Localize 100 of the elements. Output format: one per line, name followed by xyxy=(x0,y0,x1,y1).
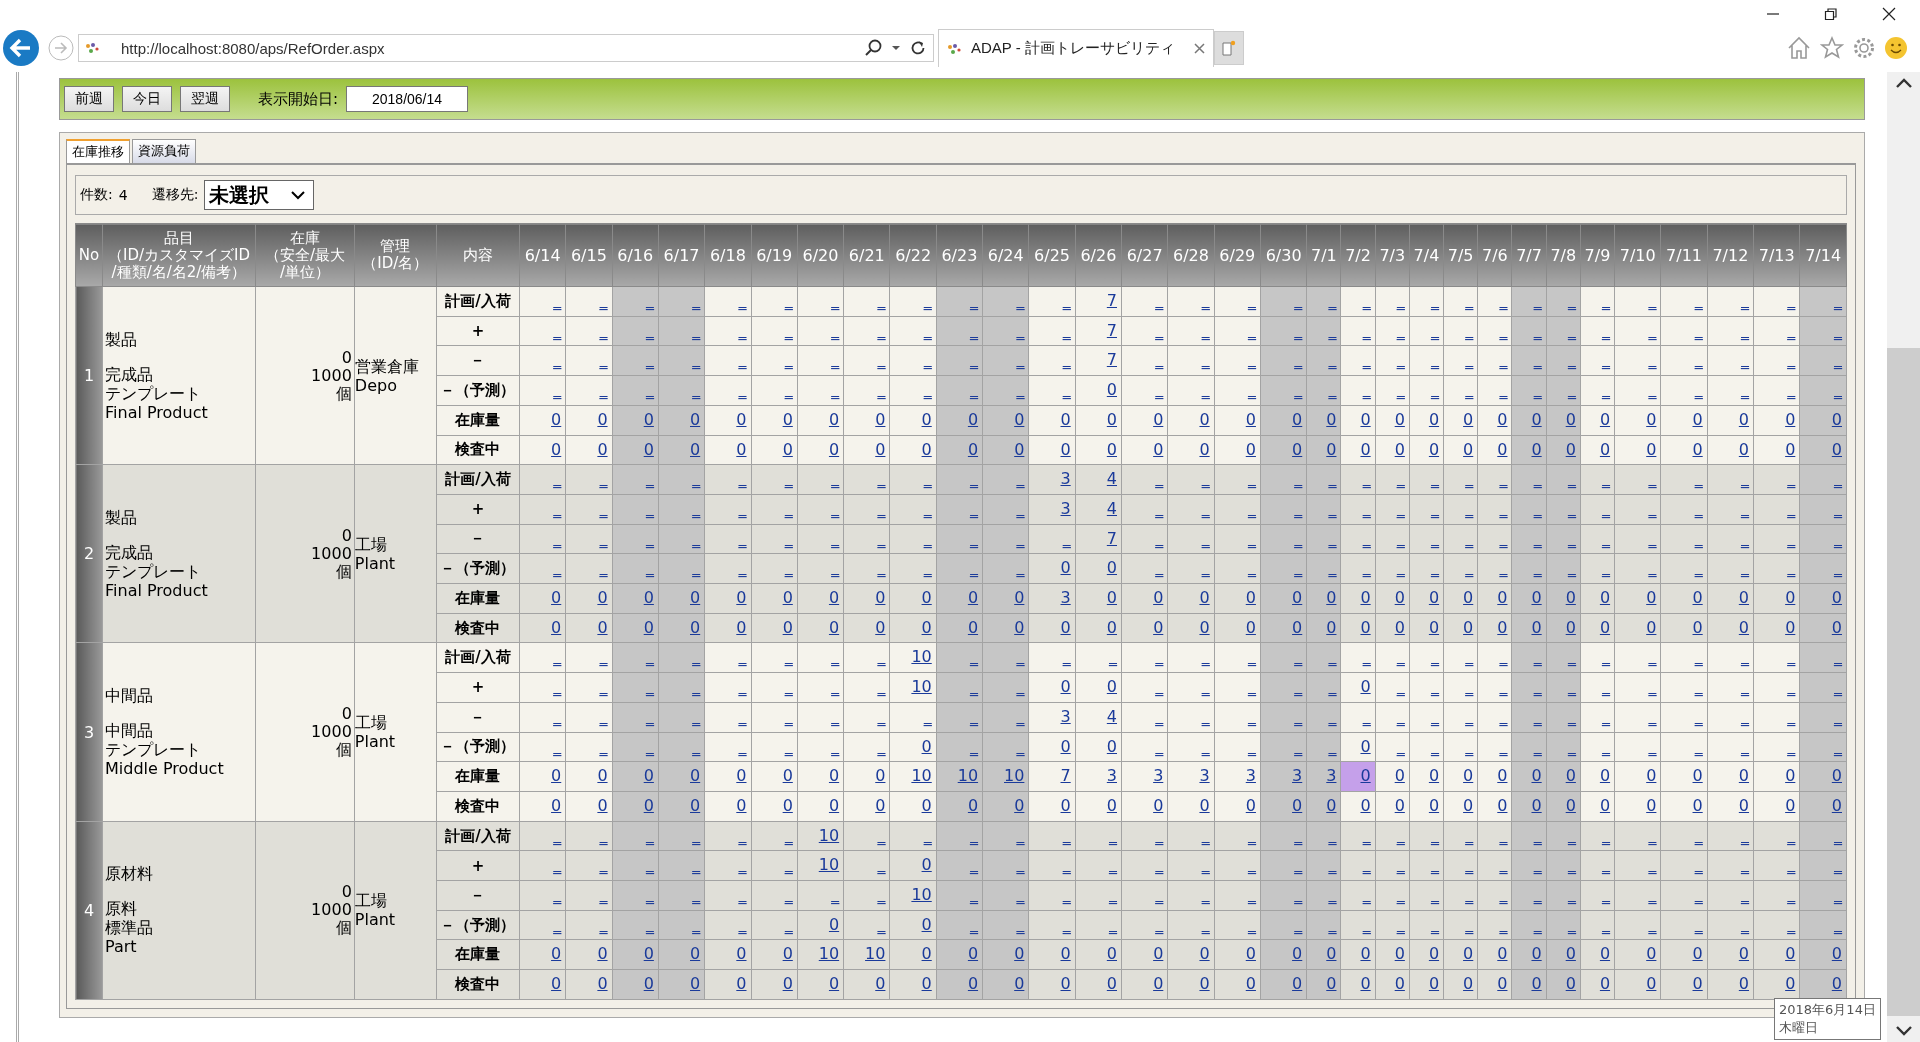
cell-link[interactable]: 0 xyxy=(1341,613,1375,643)
cell-link[interactable]: 0 xyxy=(1707,791,1753,821)
cell-link[interactable]: 0 xyxy=(1478,435,1512,465)
cell-link[interactable]: _ xyxy=(612,821,658,851)
cell-link[interactable]: 4 xyxy=(1075,702,1121,732)
cell-link[interactable]: 0 xyxy=(705,970,751,999)
cell-link[interactable]: _ xyxy=(1800,524,1846,554)
cell-link[interactable]: _ xyxy=(1800,673,1846,702)
cell-link[interactable]: _ xyxy=(1546,732,1580,762)
cell-link[interactable]: _ xyxy=(612,643,658,673)
cell-link[interactable]: 0 xyxy=(797,584,844,613)
cell-link[interactable]: _ xyxy=(1409,316,1444,346)
cell-link[interactable]: 0 xyxy=(566,970,612,999)
cell-link[interactable]: 0 xyxy=(844,584,890,613)
cell-link[interactable]: 0 xyxy=(612,584,658,613)
cell-link[interactable]: 0 xyxy=(1122,791,1168,821)
cell-link[interactable]: _ xyxy=(1707,702,1753,732)
cell-link[interactable]: 0 xyxy=(1075,940,1121,970)
cell-link[interactable]: _ xyxy=(890,376,936,405)
cell-link[interactable]: _ xyxy=(1444,287,1478,316)
cell-link[interactable]: _ xyxy=(1512,465,1546,494)
cell-link[interactable]: _ xyxy=(1075,821,1121,851)
cell-link[interactable]: _ xyxy=(936,881,983,910)
cell-link[interactable]: _ xyxy=(1122,376,1168,405)
cell-link[interactable]: 0 xyxy=(1512,435,1546,465)
cell-link[interactable]: 0 xyxy=(983,584,1029,613)
start-date-field[interactable]: 2018/06/14 xyxy=(346,86,469,112)
cell-link[interactable]: 0 xyxy=(1409,762,1444,791)
cell-link[interactable]: _ xyxy=(1546,287,1580,316)
cell-link[interactable]: 0 xyxy=(1478,940,1512,970)
cell-link[interactable]: 0 xyxy=(1214,940,1260,970)
cell-link[interactable]: _ xyxy=(1214,554,1260,584)
cell-link[interactable]: _ xyxy=(1307,287,1341,316)
cell-link[interactable]: _ xyxy=(1546,376,1580,405)
cell-link[interactable]: _ xyxy=(1307,881,1341,910)
cell-link[interactable]: 0 xyxy=(1375,405,1409,435)
cell-link[interactable]: _ xyxy=(1214,316,1260,346)
cell-link[interactable]: 0 xyxy=(1580,584,1615,613)
cell-link[interactable]: _ xyxy=(1168,643,1214,673)
cell-link[interactable]: _ xyxy=(1754,346,1800,376)
cell-link[interactable]: 0 xyxy=(1375,940,1409,970)
cell-link[interactable]: _ xyxy=(936,673,983,702)
cell-link[interactable]: _ xyxy=(705,881,751,910)
cell-link[interactable]: _ xyxy=(751,494,797,524)
cell-link[interactable]: _ xyxy=(519,524,566,554)
cell-link[interactable]: _ xyxy=(1307,465,1341,494)
cell-link[interactable]: _ xyxy=(751,673,797,702)
cell-link[interactable]: _ xyxy=(1260,346,1307,376)
cell-link[interactable]: 0 xyxy=(1800,762,1846,791)
cell-link[interactable]: 0 xyxy=(983,405,1029,435)
cell-link[interactable]: _ xyxy=(612,881,658,910)
cell-link[interactable]: _ xyxy=(1800,316,1846,346)
cell-link[interactable]: 0 xyxy=(1444,405,1478,435)
cell-link[interactable]: 0 xyxy=(1661,613,1707,643)
cell-link[interactable]: 0 xyxy=(1580,791,1615,821)
cell-link[interactable]: _ xyxy=(936,524,983,554)
cell-link[interactable]: _ xyxy=(751,910,797,940)
cell-link[interactable]: 0 xyxy=(1661,970,1707,999)
scroll-up-icon[interactable] xyxy=(1895,78,1912,88)
cell-link[interactable]: 0 xyxy=(1707,940,1753,970)
cell-link[interactable]: 0 xyxy=(983,613,1029,643)
cell-link[interactable]: _ xyxy=(1707,881,1753,910)
cell-link[interactable]: _ xyxy=(1168,910,1214,940)
cell-link[interactable]: _ xyxy=(751,524,797,554)
cell-link[interactable]: _ xyxy=(1707,465,1753,494)
cell-link[interactable]: _ xyxy=(1409,910,1444,940)
cell-link[interactable]: _ xyxy=(797,732,844,762)
cell-link[interactable]: _ xyxy=(658,346,705,376)
cell-link[interactable]: _ xyxy=(1307,673,1341,702)
cell-link[interactable]: _ xyxy=(612,287,658,316)
cell-link[interactable]: _ xyxy=(1168,465,1214,494)
cell-link[interactable]: _ xyxy=(1260,821,1307,851)
cell-link[interactable]: 0 xyxy=(1260,584,1307,613)
cell-link[interactable]: _ xyxy=(1615,673,1661,702)
cell-link[interactable]: 0 xyxy=(705,435,751,465)
cell-link[interactable]: 0 xyxy=(1546,405,1580,435)
cell-link[interactable]: _ xyxy=(1478,376,1512,405)
cell-link[interactable]: _ xyxy=(1122,465,1168,494)
cell-link[interactable]: _ xyxy=(1260,910,1307,940)
cell-link[interactable]: _ xyxy=(1615,702,1661,732)
cell-link[interactable]: 0 xyxy=(1580,435,1615,465)
cell-link[interactable]: 0 xyxy=(658,762,705,791)
cell-link[interactable]: _ xyxy=(1341,316,1375,346)
cell-link[interactable]: 0 xyxy=(658,435,705,465)
week-button[interactable]: 前週 xyxy=(64,86,114,112)
cell-link[interactable]: 0 xyxy=(658,791,705,821)
cell-link[interactable]: _ xyxy=(844,554,890,584)
cell-link[interactable]: 0 xyxy=(519,584,566,613)
cell-link[interactable]: _ xyxy=(1546,643,1580,673)
cell-link[interactable]: _ xyxy=(1260,554,1307,584)
cell-link[interactable]: _ xyxy=(1122,494,1168,524)
cell-link[interactable]: 0 xyxy=(1661,791,1707,821)
cell-link[interactable]: 0 xyxy=(890,405,936,435)
cell-link[interactable]: _ xyxy=(566,346,612,376)
cell-link[interactable]: _ xyxy=(1478,732,1512,762)
cell-link[interactable]: _ xyxy=(566,287,612,316)
cell-link[interactable]: 0 xyxy=(1478,584,1512,613)
cell-link[interactable]: 0 xyxy=(519,405,566,435)
cell-link[interactable]: _ xyxy=(1341,881,1375,910)
cell-link[interactable]: _ xyxy=(1409,554,1444,584)
